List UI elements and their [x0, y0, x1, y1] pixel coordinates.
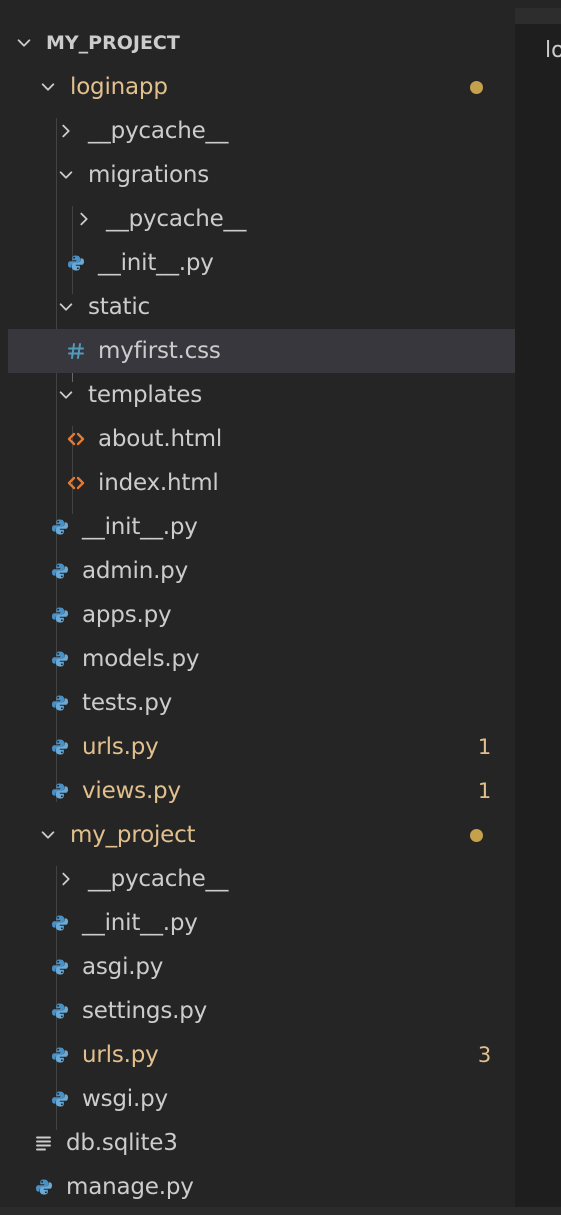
chevron-down-icon[interactable] [56, 165, 76, 185]
tree-item-label: index.html [98, 470, 219, 496]
tree-item-label: templates [88, 382, 203, 408]
bottom-border [0, 1207, 561, 1215]
tree-item-label: __init__.py [82, 514, 198, 540]
tree-item-label: __pycache__ [106, 206, 247, 232]
tree-folder-templates[interactable]: templates [8, 373, 515, 417]
tree-file-apps-py[interactable]: apps.py [8, 593, 515, 637]
python-icon [50, 781, 70, 801]
tree-file-tests-py[interactable]: tests.py [8, 681, 515, 725]
editor-partial-text: lo [545, 38, 561, 63]
tree-item-label: tests.py [82, 690, 173, 716]
tree-folder-my-project-folder[interactable]: my_project [8, 813, 515, 857]
html-icon [66, 473, 86, 493]
tree-item-label: manage.py [66, 1174, 194, 1200]
tree-folder-static[interactable]: static [8, 285, 515, 329]
chevron-down-icon[interactable] [56, 297, 76, 317]
tree-item-label: urls.py [82, 1042, 159, 1068]
tree-item-label: MY_PROJECT [46, 32, 180, 54]
tree-item-label: admin.py [82, 558, 188, 584]
tree-item-label: __init__.py [82, 910, 198, 936]
python-icon [50, 605, 70, 625]
tree-file-settings-py[interactable]: settings.py [8, 989, 515, 1033]
python-icon [34, 1177, 54, 1197]
tree-folder-loginapp-pycache[interactable]: __pycache__ [8, 109, 515, 153]
tree-file-about-html[interactable]: about.html [8, 417, 515, 461]
editor-area[interactable]: lo [515, 8, 561, 1207]
problem-count-badge: 1 [477, 779, 491, 803]
python-icon [50, 649, 70, 669]
tree-item-label: models.py [82, 646, 200, 672]
explorer-panel: MY_PROJECT loginapp __pycache__ migrations _… [8, 8, 515, 1207]
python-icon [50, 1001, 70, 1021]
chevron-right-icon[interactable] [56, 869, 76, 889]
python-icon [50, 693, 70, 713]
modified-dot-icon [470, 828, 483, 842]
tree-item-label: migrations [88, 162, 209, 188]
problem-count-badge: 1 [477, 735, 491, 759]
html-icon [66, 429, 86, 449]
tree-item-label: __pycache__ [88, 866, 229, 892]
tree-item-label: __init__.py [98, 250, 214, 276]
tree-item-label: loginapp [70, 74, 168, 100]
tree-item-label: views.py [82, 778, 181, 804]
tree-item-label: static [88, 294, 150, 320]
python-icon [50, 517, 70, 537]
python-icon [50, 561, 70, 581]
tree-file-myfirst-css[interactable]: myfirst.css [8, 329, 515, 373]
python-icon [50, 737, 70, 757]
tree-item-label: apps.py [82, 602, 172, 628]
tree-item-label: __pycache__ [88, 118, 229, 144]
tree-file-db-sqlite3[interactable]: db.sqlite3 [8, 1121, 515, 1165]
editor-tab-bar [515, 8, 561, 24]
python-icon [50, 1045, 70, 1065]
tree-folder-loginapp[interactable]: loginapp [8, 65, 515, 109]
tree-file-wsgi-py[interactable]: wsgi.py [8, 1077, 515, 1121]
python-icon [66, 253, 86, 273]
tree-file-models-py[interactable]: models.py [8, 637, 515, 681]
tree-folder-migrations[interactable]: migrations [8, 153, 515, 197]
tree-item-label: db.sqlite3 [66, 1130, 178, 1156]
tree-folder-my-project-pycache[interactable]: __pycache__ [8, 857, 515, 901]
chevron-right-icon[interactable] [56, 121, 76, 141]
chevron-down-icon[interactable] [14, 33, 34, 53]
chevron-down-icon[interactable] [38, 77, 58, 97]
tree-item-label: settings.py [82, 998, 208, 1024]
tree-file-my-project-urls-py[interactable]: urls.py 3 [8, 1033, 515, 1077]
tree-file-loginapp-init[interactable]: __init__.py [8, 505, 515, 549]
tree-file-manage-py[interactable]: manage.py [8, 1165, 515, 1207]
tree-folder-migrations-pycache[interactable]: __pycache__ [8, 197, 515, 241]
tree-item-label: myfirst.css [98, 338, 221, 364]
tree-item-label: asgi.py [82, 954, 164, 980]
python-icon [50, 1089, 70, 1109]
text-file-icon [34, 1133, 54, 1153]
python-icon [50, 913, 70, 933]
tree-item-label: urls.py [82, 734, 159, 760]
tree-item-label: about.html [98, 426, 223, 452]
tree-file-asgi-py[interactable]: asgi.py [8, 945, 515, 989]
chevron-right-icon[interactable] [74, 209, 94, 229]
tree-file-views-py[interactable]: views.py 1 [8, 769, 515, 813]
problem-count-badge: 3 [477, 1043, 491, 1067]
tree-file-migrations-init[interactable]: __init__.py [8, 241, 515, 285]
modified-dot-icon [470, 80, 483, 94]
chevron-down-icon[interactable] [38, 825, 58, 845]
tree-item-label: wsgi.py [82, 1086, 168, 1112]
tree-item-label: my_project [70, 822, 196, 848]
tree-file-my-project-init[interactable]: __init__.py [8, 901, 515, 945]
python-icon [50, 957, 70, 977]
tree-folder-my-project-root[interactable]: MY_PROJECT [8, 21, 515, 65]
tree-file-index-html[interactable]: index.html [8, 461, 515, 505]
tree-file-admin-py[interactable]: admin.py [8, 549, 515, 593]
css-hash-icon [66, 341, 86, 361]
chevron-down-icon[interactable] [56, 385, 76, 405]
tree-file-loginapp-urls-py[interactable]: urls.py 1 [8, 725, 515, 769]
